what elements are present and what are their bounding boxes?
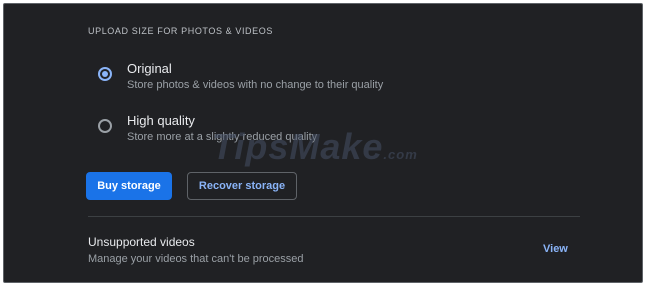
recover-storage-button[interactable]: Recover storage [187,172,297,200]
option-title: High quality [127,113,195,128]
unsupported-videos-title: Unsupported videos [88,235,195,249]
divider [88,216,580,217]
option-description: Store photos & videos with no change to … [127,79,384,91]
unsupported-videos-description: Manage your videos that can't be process… [88,253,304,265]
watermark-suffix: .com [383,147,418,162]
section-title: UPLOAD SIZE FOR PHOTOS & VIDEOS [88,26,273,36]
buy-storage-button[interactable]: Buy storage [86,172,172,200]
watermark-text: TipsMake [212,126,384,167]
view-link[interactable]: View [543,243,568,255]
radio-unchecked-icon[interactable] [98,119,112,133]
storage-settings-panel: UPLOAD SIZE FOR PHOTOS & VIDEOS Original… [3,3,643,283]
radio-checked-icon[interactable] [98,67,112,81]
watermark-logo: TipsMake.com [212,126,418,168]
option-title: Original [127,61,172,76]
